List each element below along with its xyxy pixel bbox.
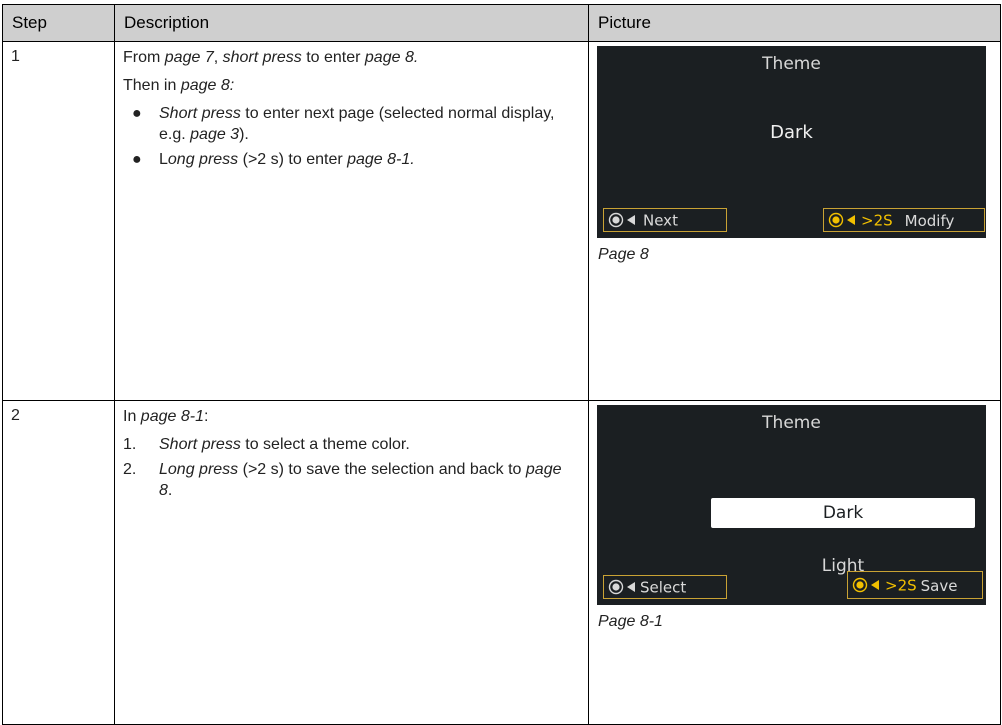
list-item: ● Short press to enter next page (selecte… (132, 105, 555, 143)
save-button: >2S Save (847, 571, 983, 599)
select-button: Select (603, 575, 727, 599)
desc-line: Then in page 8: (123, 77, 235, 94)
back-arrow-icon (847, 214, 855, 225)
device-screen: Theme Dark Next >2S Modify (597, 46, 986, 238)
screen-title: Theme (762, 54, 821, 74)
header-picture: Picture (588, 4, 1001, 42)
list-item: 1. Short press to select a theme color. (123, 436, 410, 453)
back-arrow-icon (627, 581, 635, 592)
list-item: ● Long press (>2 s) to enter page 8-1. (132, 151, 415, 168)
button-press-icon (828, 212, 844, 227)
button-press-icon (608, 212, 624, 227)
next-button: Next (603, 208, 727, 232)
modify-button: >2S Modify (823, 208, 985, 232)
screen-value: Dark (770, 122, 813, 143)
step-description: In page 8-1: 1. Short press to select a t… (114, 400, 589, 725)
picture-caption: Page 8 (598, 246, 649, 263)
desc-line: From page 7, short press to enter page 8… (123, 49, 419, 66)
back-arrow-icon (871, 579, 879, 590)
screen-title: Theme (762, 413, 821, 433)
device-screen: Theme Dark Light Select >2S Save (597, 405, 986, 605)
picture-cell: Theme Dark Next >2S Modify Page 8 (588, 41, 1001, 401)
table-row: 2 In page 8-1: 1. Short press to select a… (2, 400, 1001, 725)
steps-table: Step Description Picture 1 From page 7, … (2, 4, 1001, 725)
button-press-icon (852, 577, 868, 592)
desc-line: In page 8-1: (123, 408, 209, 425)
header-row: Step Description Picture (2, 4, 1001, 42)
step-description: From page 7, short press to enter page 8… (114, 41, 589, 401)
theme-option-selected: Dark (711, 498, 975, 528)
button-press-icon (608, 579, 624, 594)
bullet-icon: ● (132, 151, 142, 168)
numbered-list: 1. Short press to select a theme color. 2… (123, 434, 574, 501)
table-row: 1 From page 7, short press to enter page… (2, 41, 1001, 401)
picture-cell: Theme Dark Light Select >2S Save Page 8-1 (588, 400, 1001, 725)
list-item: 2. Long press (>2 s) to save the selectio… (123, 461, 562, 499)
picture-caption: Page 8-1 (598, 613, 663, 630)
bullet-list: ● Short press to enter next page (selecte… (123, 103, 574, 170)
back-arrow-icon (627, 214, 635, 225)
step-number: 2 (2, 400, 115, 725)
bullet-icon: ● (132, 105, 142, 122)
header-step: Step (2, 4, 115, 42)
header-description: Description (114, 4, 589, 42)
step-number: 1 (2, 41, 115, 401)
